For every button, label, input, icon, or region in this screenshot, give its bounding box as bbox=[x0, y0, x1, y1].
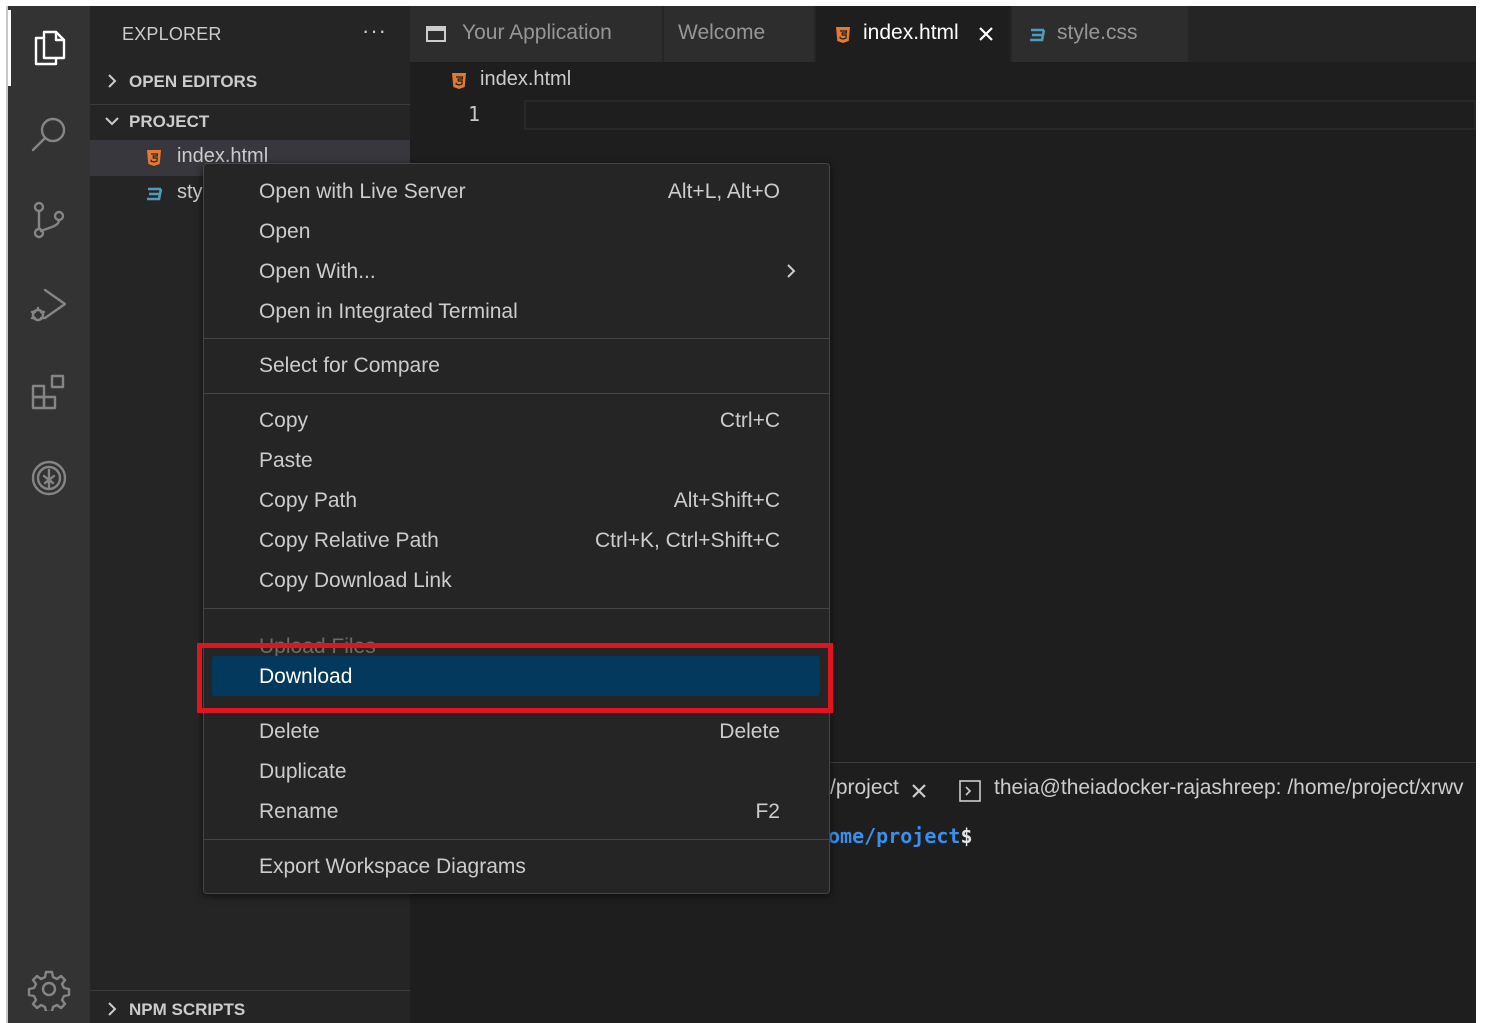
browser-window-icon bbox=[426, 25, 446, 43]
menu-item-shortcut: Ctrl+C bbox=[719, 409, 780, 432]
menu-item-label: Copy Download Link bbox=[259, 569, 452, 592]
terminal-tab-theia[interactable]: theia@theiadocker-rajashreep: /home/proj… bbox=[994, 776, 1464, 800]
breadcrumb-file: index.html bbox=[480, 68, 572, 90]
menu-item-label: Rename bbox=[259, 800, 339, 823]
html5-icon bbox=[145, 148, 163, 168]
menu-item-shortcut: Alt+L, Alt+O bbox=[667, 180, 780, 203]
menu-item-shortcut: Ctrl+K, Ctrl+Shift+C bbox=[595, 529, 780, 552]
source-control-icon[interactable] bbox=[8, 180, 90, 260]
menu-separator bbox=[204, 338, 829, 339]
menu-item-delete[interactable]: Delete Delete bbox=[204, 711, 829, 751]
terminal-tab-project[interactable]: /project bbox=[830, 776, 899, 800]
menu-item-copy-download-link[interactable]: Copy Download Link bbox=[204, 560, 829, 600]
menu-item-copy-path[interactable]: Copy Path Alt+Shift+C bbox=[204, 480, 829, 520]
npm-scripts-label: NPM SCRIPTS bbox=[129, 1000, 246, 1019]
terminal-icon bbox=[958, 779, 982, 803]
menu-item-label: Duplicate bbox=[259, 760, 347, 783]
breadcrumb[interactable]: index.html bbox=[410, 62, 1476, 98]
menu-item-shortcut: F2 bbox=[755, 800, 780, 823]
menu-separator bbox=[204, 608, 829, 609]
menu-item-open-in-terminal[interactable]: Open in Integrated Terminal bbox=[204, 291, 829, 331]
tab-index-html[interactable]: index.html bbox=[816, 6, 1010, 62]
more-actions-button[interactable]: ··· bbox=[362, 18, 387, 44]
menu-item-label: Copy Relative Path bbox=[259, 529, 439, 552]
menu-item-label: Select for Compare bbox=[259, 354, 440, 377]
menu-item-paste[interactable]: Paste bbox=[204, 440, 829, 480]
annotation-highlight-box bbox=[197, 643, 833, 713]
menu-item-shortcut: Alt+Shift+C bbox=[673, 489, 780, 512]
close-icon[interactable] bbox=[908, 780, 930, 802]
open-editors-section[interactable]: OPEN EDITORS bbox=[90, 64, 410, 100]
submenu-chevron-icon bbox=[781, 261, 801, 281]
chevron-down-icon bbox=[102, 111, 122, 131]
menu-item-export-workspace-diagrams[interactable]: Export Workspace Diagrams bbox=[204, 846, 829, 886]
menu-item-label: Delete bbox=[259, 720, 320, 743]
search-icon[interactable] bbox=[8, 94, 90, 174]
menu-item-open-with-live-server[interactable]: Open with Live Server Alt+L, Alt+O bbox=[204, 171, 829, 211]
explorer-icon[interactable] bbox=[8, 8, 90, 88]
tree-icon[interactable] bbox=[8, 438, 90, 518]
tab-label: Your Application bbox=[462, 21, 612, 44]
menu-item-label: Copy bbox=[259, 409, 309, 432]
file-name: sty bbox=[177, 181, 203, 203]
menu-item-label: Open with Live Server bbox=[259, 180, 466, 203]
css-icon bbox=[1028, 25, 1046, 45]
extensions-icon[interactable] bbox=[8, 352, 90, 432]
css-icon bbox=[145, 184, 163, 204]
html5-icon bbox=[450, 71, 468, 91]
menu-item-label: Export Workspace Diagrams bbox=[259, 855, 526, 878]
tab-your-application[interactable]: Your Application bbox=[410, 6, 662, 62]
sidebar-title: EXPLORER bbox=[122, 24, 222, 44]
context-menu: Open with Live Server Alt+L, Alt+O Open … bbox=[203, 163, 830, 894]
terminal-prompt[interactable]: ome/project$ bbox=[828, 824, 973, 848]
tab-label: Welcome bbox=[678, 21, 766, 44]
menu-item-open[interactable]: Open bbox=[204, 211, 829, 251]
tab-style-css[interactable]: style.css bbox=[1012, 6, 1188, 62]
menu-separator bbox=[204, 839, 829, 840]
menu-item-duplicate[interactable]: Duplicate bbox=[204, 751, 829, 791]
line-number: 1 bbox=[468, 102, 481, 126]
activity-bar bbox=[8, 6, 90, 1023]
menu-item-open-with[interactable]: Open With... bbox=[204, 251, 829, 291]
menu-item-label: Open With... bbox=[259, 260, 376, 283]
menu-item-select-for-compare[interactable]: Select for Compare bbox=[204, 345, 829, 385]
menu-separator bbox=[204, 393, 829, 394]
chevron-right-icon bbox=[102, 71, 122, 91]
menu-item-shortcut: Delete bbox=[719, 720, 780, 743]
tab-label: style.css bbox=[1057, 21, 1138, 44]
tab-welcome[interactable]: Welcome bbox=[664, 6, 814, 62]
prompt-path: ome/project bbox=[828, 824, 961, 848]
html5-icon bbox=[834, 25, 852, 45]
menu-item-label: Paste bbox=[259, 449, 313, 472]
menu-item-copy[interactable]: Copy Ctrl+C bbox=[204, 400, 829, 440]
editor-current-line[interactable] bbox=[524, 100, 1476, 130]
project-label: PROJECT bbox=[129, 112, 210, 131]
menu-item-rename[interactable]: Rename F2 bbox=[204, 791, 829, 831]
menu-item-copy-relative-path[interactable]: Copy Relative Path Ctrl+K, Ctrl+Shift+C bbox=[204, 520, 829, 560]
editor-tab-bar: Your Application Welcome index.html styl… bbox=[410, 6, 1476, 62]
settings-gear-icon[interactable] bbox=[8, 949, 90, 1023]
chevron-right-icon bbox=[102, 999, 122, 1019]
ide-window: EXPLORER ··· OPEN EDITORS PROJECT index.… bbox=[8, 6, 1476, 1023]
close-icon[interactable] bbox=[974, 22, 998, 46]
npm-scripts-section[interactable]: NPM SCRIPTS bbox=[90, 990, 410, 1023]
menu-item-label: Open bbox=[259, 220, 311, 243]
run-debug-icon[interactable] bbox=[8, 266, 90, 346]
open-editors-label: OPEN EDITORS bbox=[129, 72, 258, 91]
tab-label: index.html bbox=[863, 21, 959, 44]
prompt-symbol: $ bbox=[960, 824, 973, 848]
project-section[interactable]: PROJECT bbox=[90, 104, 410, 140]
menu-item-label: Copy Path bbox=[259, 489, 358, 512]
menu-item-label: Open in Integrated Terminal bbox=[259, 300, 518, 323]
